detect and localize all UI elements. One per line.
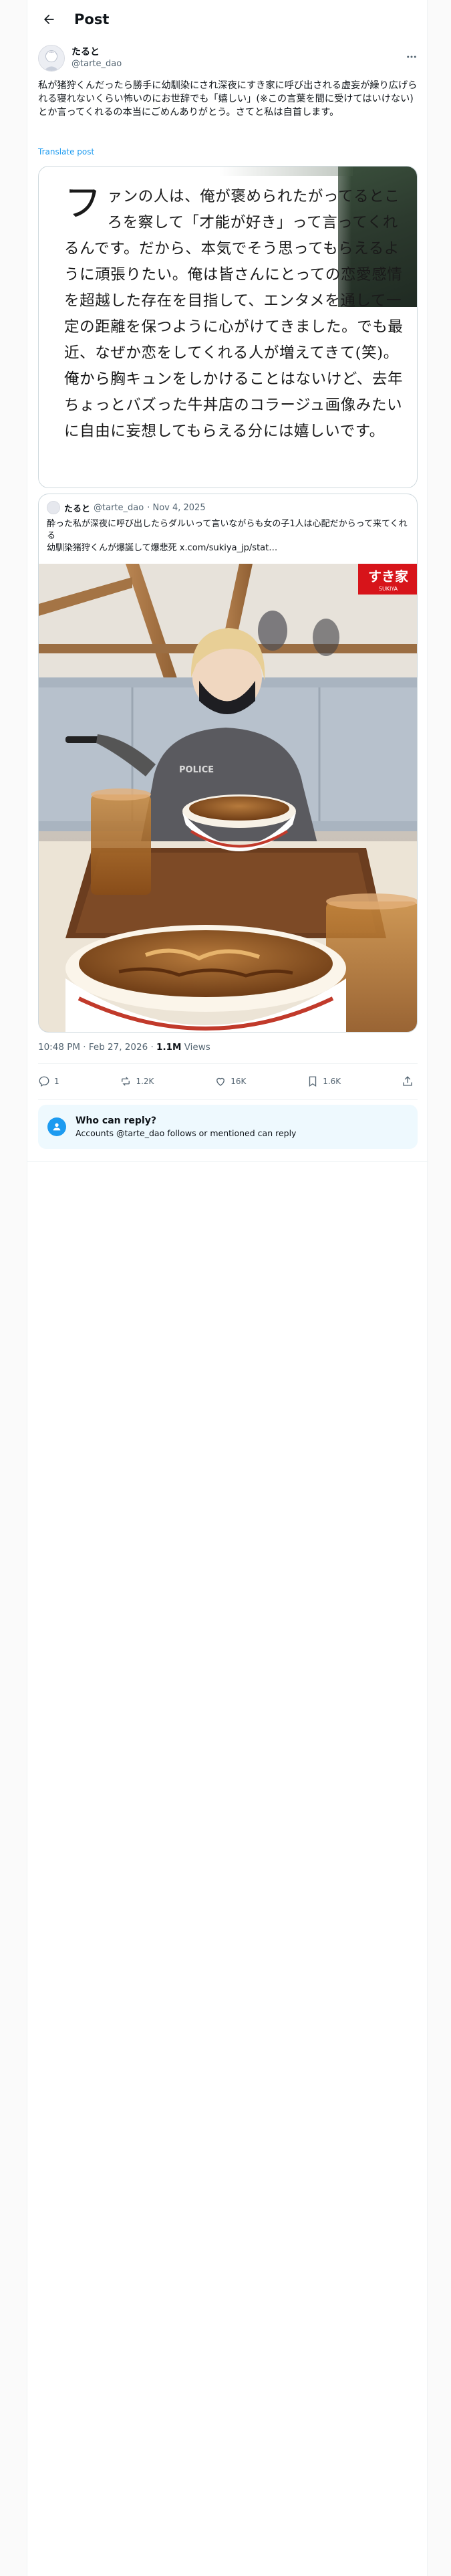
post-text: 私が猪狩くんだったら勝手に幼馴染にされ深夜にすき家に呼び出される虚妄が繰り広げら… <box>38 80 418 118</box>
image-top-stripe <box>219 167 353 176</box>
post-image[interactable]: ファンの人は、俺が褒められたがってるところを察して「才能が好き」って言ってくれる… <box>38 166 418 488</box>
quoted-date: · Nov 4, 2025 <box>147 502 206 513</box>
translate-post-link[interactable]: Translate post <box>38 147 94 156</box>
quoted-avatar <box>47 501 60 514</box>
quoted-link[interactable]: x.com/sukiya_jp/stat… <box>180 543 277 553</box>
views-label: Views <box>181 1042 210 1053</box>
bookmark-button[interactable]: 1.6K <box>307 1075 341 1087</box>
sukiya-logo-sub: SUKIYA <box>379 586 398 592</box>
post-column: Post たると @tarte_dao 私が猪狩くんだったら勝手に幼馴染にされ深… <box>27 0 428 2576</box>
like-count: 16K <box>231 1077 247 1086</box>
quoted-post[interactable]: たると @tarte_dao · Nov 4, 2025 酔った私が深夜に呼び出… <box>38 494 418 1033</box>
svg-text:POLICE: POLICE <box>179 765 214 775</box>
share-icon <box>403 1076 412 1086</box>
avatar-illustration-icon <box>39 45 64 71</box>
author-display-name[interactable]: たると <box>71 46 122 58</box>
reply-button[interactable]: 1 <box>38 1075 59 1087</box>
action-bar: 1 1.2K 16K 1.6K <box>38 1067 418 1095</box>
quoted-display-name: たると <box>64 504 91 514</box>
like-icon <box>216 1077 225 1086</box>
who-can-reply-box: Who can reply? Accounts @tarte_dao follo… <box>38 1105 418 1149</box>
people-icon <box>47 1117 66 1136</box>
who-can-reply-title: Who can reply? <box>76 1115 156 1126</box>
image-drop-cap: フ <box>64 182 102 225</box>
more-icon <box>407 56 416 58</box>
bookmark-count: 1.6K <box>323 1077 341 1086</box>
post-timestamp[interactable]: 10:48 PM · Feb 27, 2026 · <box>38 1042 156 1053</box>
post-meta: 10:48 PM · Feb 27, 2026 · 1.1M Views <box>38 1042 210 1053</box>
quoted-text-line1: 酔った私が深夜に呼び出したらダルいって言いながらも女の子1人は心配だからって来て… <box>47 519 408 541</box>
quoted-post-text: 酔った私が深夜に呼び出したらダルいって言いながらも女の子1人は心配だからって来て… <box>47 518 413 554</box>
post-author: たると @tarte_dao <box>38 43 418 74</box>
image-quote-body: ァンの人は、俺が褒められたがってるところを察して「才能が好き」って言ってくれるん… <box>64 188 404 440</box>
quoted-post-photo[interactable]: POLICE すき家 SUKIYA <box>39 564 418 1033</box>
quoted-handle: @tarte_dao <box>94 502 144 513</box>
divider-bottom <box>38 1099 418 1100</box>
image-quote-text: ファンの人は、俺が褒められたがってるところを察して「才能が好き」って言ってくれる… <box>64 184 404 445</box>
reply-count: 1 <box>54 1077 59 1086</box>
back-arrow-icon <box>44 14 54 25</box>
avatar[interactable] <box>38 45 65 72</box>
repost-button[interactable]: 1.2K <box>120 1075 154 1087</box>
views-count: 1.1M <box>156 1042 182 1053</box>
reply-icon <box>39 1076 49 1087</box>
repost-count: 1.2K <box>136 1077 154 1086</box>
page-title: Post <box>74 11 110 27</box>
more-button[interactable] <box>406 51 418 66</box>
sukiya-logo-text: すき家 <box>368 568 409 584</box>
top-bar: Post <box>27 0 428 39</box>
divider-top <box>38 1063 418 1064</box>
quoted-post-header: たると @tarte_dao · Nov 4, 2025 <box>47 501 206 514</box>
like-button[interactable]: 16K <box>214 1075 246 1087</box>
who-can-reply-subtitle: Accounts @tarte_dao follows or mentioned… <box>76 1128 297 1138</box>
section-divider <box>27 1161 428 1162</box>
repost-icon <box>122 1077 130 1086</box>
bookmark-icon <box>309 1076 317 1087</box>
author-handle[interactable]: @tarte_dao <box>71 58 122 70</box>
share-button[interactable] <box>402 1075 418 1087</box>
back-button[interactable] <box>35 6 62 33</box>
quoted-text-line2: 幼馴染猪狩くんが爆誕して爆悲死 <box>47 543 177 553</box>
